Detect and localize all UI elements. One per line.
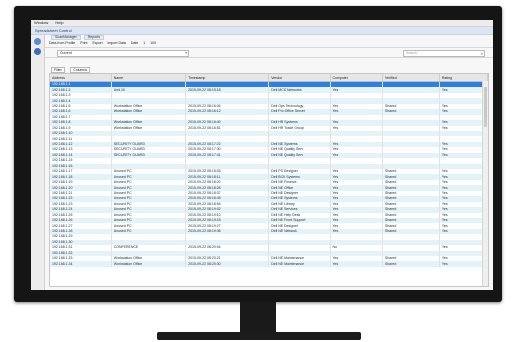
window-title: Spreadsheet Control bbox=[35, 28, 72, 33]
page-size[interactable]: 100 bbox=[150, 41, 156, 45]
filter-dropdown[interactable]: Current ▾ bbox=[57, 50, 189, 57]
column-header[interactable]: Address bbox=[50, 74, 112, 82]
search-input[interactable]: Search ⌕ bbox=[403, 50, 485, 57]
column-header[interactable]: Vendor bbox=[268, 74, 331, 82]
column-header[interactable]: Computer bbox=[330, 74, 383, 82]
table-body: 192.168.1.1 192.168.1.2 Unit 10 2015-09-22 … bbox=[50, 81, 488, 267]
vertical-scrollbar[interactable] bbox=[482, 81, 488, 286]
search-icon[interactable]: ⌕ bbox=[481, 51, 483, 56]
filter-row: Current ▾ Search ⌕ bbox=[45, 48, 493, 58]
table-cell: Yes bbox=[439, 261, 488, 267]
menu-bar: Window Help bbox=[31, 20, 493, 27]
table-header-row: Address Name Timestamp Vendor Computer Verifi… bbox=[50, 74, 488, 82]
view-buttons: Filter Columns bbox=[45, 58, 493, 73]
column-header[interactable]: Verified bbox=[382, 74, 440, 82]
import-data-button[interactable]: Import Data bbox=[108, 41, 126, 45]
table-row[interactable]: 192.168.1.34 Workstation Office 2015-09-22… bbox=[50, 261, 488, 267]
table-cell: Workstation Office bbox=[111, 261, 187, 267]
home-icon[interactable] bbox=[34, 38, 41, 45]
table-cell: 2015-09-22 08:20:30 bbox=[185, 261, 270, 267]
chevron-down-icon: ▾ bbox=[185, 51, 187, 55]
column-header[interactable]: Name bbox=[111, 74, 187, 82]
menu-item-help[interactable]: Help bbox=[55, 20, 63, 25]
page-number[interactable]: 1 bbox=[143, 41, 145, 45]
left-sidebar bbox=[31, 35, 45, 290]
data-table: Address Name Timestamp Vendor Computer Verifi… bbox=[50, 74, 488, 267]
globe-icon[interactable] bbox=[34, 48, 41, 55]
column-header[interactable]: Rating bbox=[439, 74, 488, 82]
scrollbar-thumb[interactable] bbox=[484, 87, 487, 127]
monitor-stand-base bbox=[157, 332, 361, 340]
data-from-profile-button[interactable]: Data from Profile bbox=[49, 41, 75, 45]
print-button[interactable]: Print bbox=[80, 41, 87, 45]
toolbar: Data from Profile Print Export Import Da… bbox=[45, 40, 493, 48]
app-screen: Window Help Spreadsheet Control ScanMana… bbox=[31, 20, 493, 290]
export-button[interactable]: Export bbox=[92, 41, 102, 45]
monitor-stand-neck bbox=[240, 302, 276, 334]
table-cell: Dell NE Maintenance bbox=[268, 261, 331, 267]
window-title-bar: Spreadsheet Control bbox=[31, 27, 493, 35]
data-grid: Address Name Timestamp Vendor Computer Verifi… bbox=[49, 73, 489, 287]
column-header[interactable]: Timestamp bbox=[185, 74, 270, 82]
table-cell: Yes bbox=[330, 261, 383, 267]
filter-value: Current bbox=[60, 51, 72, 55]
search-placeholder: Search bbox=[406, 51, 418, 55]
main-panel: ScanManager Reports Data from Profile Pr… bbox=[45, 35, 493, 290]
menu-item-window[interactable]: Window bbox=[34, 20, 48, 25]
date-label: Date bbox=[130, 41, 139, 45]
table-cell: Shared bbox=[382, 261, 440, 267]
table-cell: 192.168.1.34 bbox=[50, 261, 112, 267]
